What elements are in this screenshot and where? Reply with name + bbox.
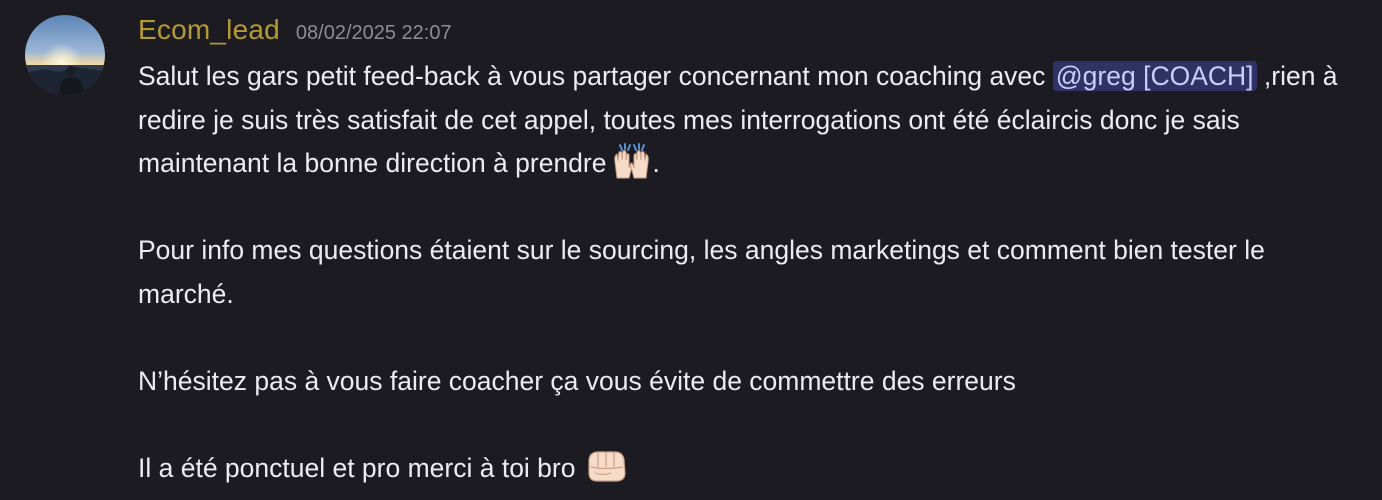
- message-paragraph-1: Salut les gars petit feed-back à vous pa…: [138, 55, 1343, 186]
- chat-message: Ecom_lead 08/02/2025 22:07 Salut les gar…: [0, 0, 1382, 500]
- message-timestamp: 08/02/2025 22:07: [295, 22, 452, 44]
- avatar-image: [25, 15, 105, 95]
- message-paragraph-4: Il a été ponctuel et pro merci à toi bro: [138, 447, 1343, 491]
- paragraph-1-text-start: Salut les gars petit feed-back à vous pa…: [138, 61, 1053, 91]
- oncoming-fist-emoji: [585, 447, 629, 485]
- message-content: Salut les gars petit feed-back à vous pa…: [138, 55, 1343, 490]
- paragraph-4-text: Il a été ponctuel et pro merci à toi bro: [138, 452, 583, 483]
- avatar[interactable]: [25, 15, 105, 95]
- raising-hands-emoji: [609, 142, 653, 180]
- username[interactable]: Ecom_lead: [138, 14, 280, 46]
- message-paragraph-2: Pour info mes questions étaient sur le s…: [138, 235, 1265, 309]
- user-mention[interactable]: @greg [COACH]: [1052, 61, 1257, 91]
- paragraph-1-period: .: [652, 148, 660, 178]
- message-paragraph-3: N’hésitez pas à vous faire coacher ça vo…: [138, 365, 1016, 396]
- message-header: Ecom_lead 08/02/2025 22:07: [138, 14, 452, 46]
